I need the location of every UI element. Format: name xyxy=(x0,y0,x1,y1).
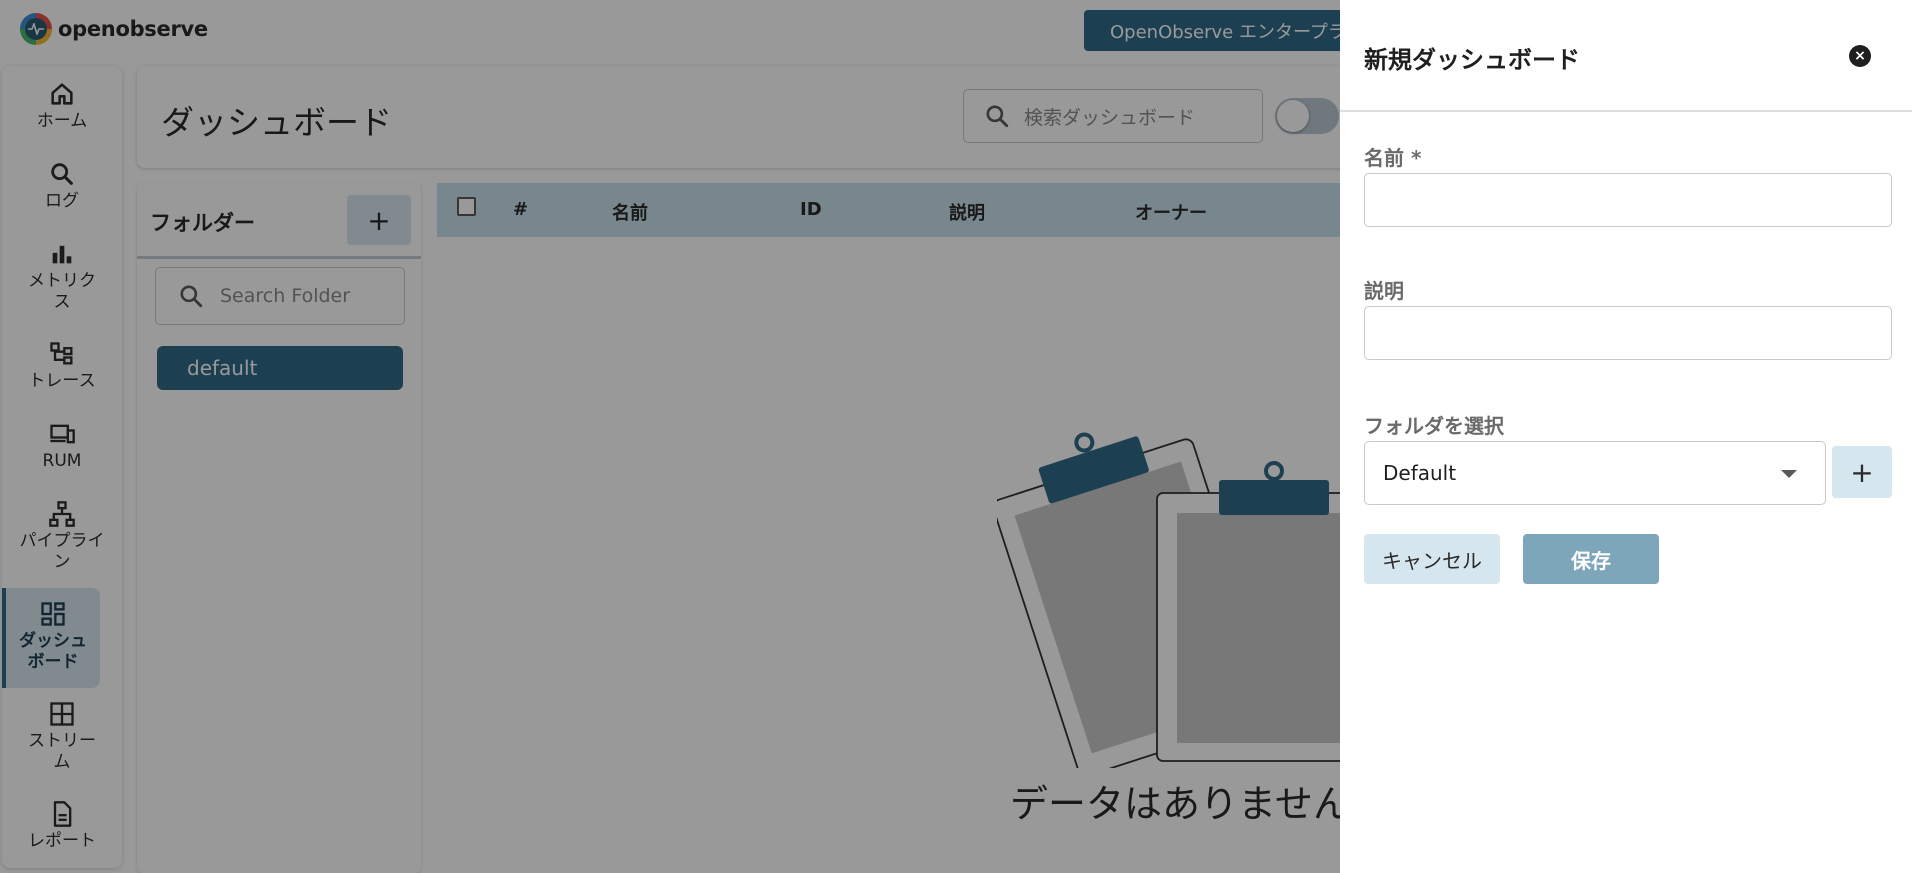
save-button[interactable]: 保存 xyxy=(1523,534,1659,584)
folder-select[interactable]: Default xyxy=(1364,441,1826,505)
description-input[interactable] xyxy=(1364,306,1892,360)
drawer-divider xyxy=(1340,110,1912,112)
caret-down-icon xyxy=(1781,470,1797,478)
new-dashboard-drawer: 新規ダッシュボード × 名前 * 説明 フォルダを選択 Default + キャ… xyxy=(1340,0,1912,873)
folder-select-value: Default xyxy=(1383,461,1457,485)
name-input[interactable] xyxy=(1364,173,1892,227)
cancel-button[interactable]: キャンセル xyxy=(1364,534,1500,584)
folder-select-label: フォルダを選択 xyxy=(1364,414,1504,438)
add-folder-drawer-button[interactable]: + xyxy=(1832,446,1892,498)
close-icon[interactable]: × xyxy=(1849,45,1871,67)
description-label: 説明 xyxy=(1364,279,1404,303)
name-label: 名前 * xyxy=(1364,146,1422,170)
modal-backdrop[interactable] xyxy=(0,0,1340,873)
drawer-title: 新規ダッシュボード xyxy=(1364,46,1580,74)
